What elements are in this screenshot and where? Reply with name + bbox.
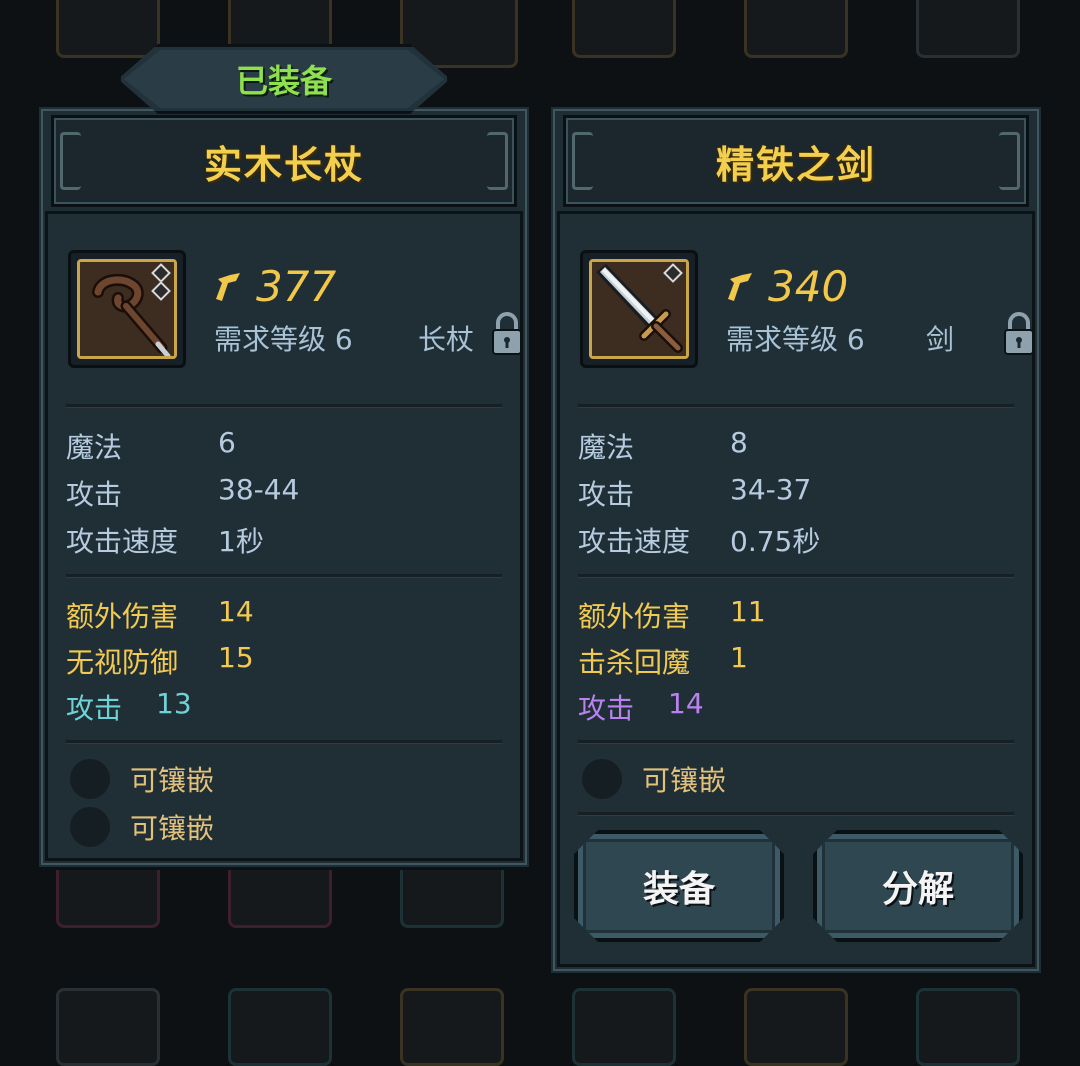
inventory-slot[interactable] — [916, 988, 1020, 1066]
socket-slot[interactable]: 可镶嵌 — [70, 759, 214, 799]
equipped-label: 已装备 — [235, 62, 332, 100]
inventory-slot[interactable] — [572, 0, 676, 58]
divider — [578, 574, 1014, 578]
card-body: 340 需求等级 6 剑 魔法 8 攻击 34-37 攻击速度 0.75秒 额外… — [557, 211, 1035, 967]
card-body: 377 需求等级 6 长杖 魔法 6 攻击 38-44 攻击速度 1秒 额外伤害 — [45, 211, 523, 861]
power-icon — [216, 272, 240, 301]
stat-row: 魔法 8 — [578, 426, 748, 466]
required-level: 需求等级 6 — [214, 323, 353, 356]
lock-icon[interactable] — [1002, 310, 1036, 356]
empty-socket-icon — [582, 759, 622, 799]
stat-value: 15 — [218, 641, 254, 674]
inventory-slot[interactable] — [916, 0, 1020, 58]
socket-slot[interactable]: 可镶嵌 — [582, 759, 726, 799]
special-stat-row: 攻击 14 — [578, 687, 704, 727]
stat-value: 8 — [730, 426, 748, 459]
stat-label: 攻击速度 — [578, 525, 691, 558]
inventory-slot[interactable] — [572, 988, 676, 1066]
disassemble-button[interactable]: 分解 — [813, 830, 1023, 942]
stat-value: 38-44 — [218, 473, 300, 506]
stat-value: 1秒 — [218, 525, 264, 558]
stat-label: 攻击 — [66, 478, 123, 511]
equipped-item-card: 实木长杖 377 需求等级 6 长杖 魔法 6 攻击 38-44 攻击速度 1秒… — [36, 104, 532, 870]
inventory-slot[interactable] — [228, 988, 332, 1066]
stat-row: 攻击速度 1秒 — [66, 520, 264, 560]
ornament-left — [60, 132, 81, 190]
stat-label: 额外伤害 — [66, 600, 179, 633]
stat-row: 攻击 34-37 — [578, 473, 811, 513]
inventory-slot[interactable] — [56, 988, 160, 1066]
power-value: 340 — [768, 262, 849, 311]
stat-value: 13 — [156, 687, 192, 720]
bonus-stat-row: 额外伤害 11 — [578, 595, 766, 635]
ornament-right — [487, 132, 508, 190]
empty-socket-icon — [70, 807, 110, 847]
stat-label: 攻击 — [578, 478, 635, 511]
special-stat-row: 攻击 13 — [66, 687, 192, 727]
stat-value: 14 — [668, 687, 704, 720]
requirement-row: 需求等级 6 剑 — [726, 318, 986, 358]
stat-value: 14 — [218, 595, 254, 628]
divider — [66, 574, 502, 578]
divider — [578, 404, 1014, 408]
item-name: 精铁之剑 — [715, 142, 876, 187]
power-icon — [728, 272, 752, 301]
compare-item-card: 精铁之剑 340 需求等级 6 剑 魔法 8 攻击 34-37 攻击速度 0.7… — [548, 104, 1044, 976]
empty-socket-icon — [70, 759, 110, 799]
socket-slot[interactable]: 可镶嵌 — [70, 807, 214, 847]
power-value: 377 — [256, 262, 337, 311]
stat-value: 1 — [730, 641, 748, 674]
divider — [578, 812, 1014, 816]
ornament-right — [999, 132, 1020, 190]
bonus-stat-row: 额外伤害 14 — [66, 595, 254, 635]
stat-label: 无视防御 — [66, 646, 179, 679]
inventory-slot[interactable] — [400, 988, 504, 1066]
requirement-row: 需求等级 6 长杖 — [214, 318, 474, 358]
stat-row: 攻击 38-44 — [66, 473, 299, 513]
power-score: 377 — [214, 262, 336, 311]
socket-label: 可镶嵌 — [130, 812, 215, 845]
stat-label: 魔法 — [66, 431, 123, 464]
stat-label: 攻击速度 — [66, 525, 179, 558]
stat-label: 攻击 — [66, 692, 123, 725]
item-icon-frame — [68, 250, 186, 368]
stat-label: 额外伤害 — [578, 600, 691, 633]
required-level: 需求等级 6 — [726, 323, 865, 356]
stat-value: 6 — [218, 426, 236, 459]
inventory-slot[interactable] — [744, 988, 848, 1066]
item-type: 长杖 — [417, 323, 474, 356]
inventory-slot[interactable] — [744, 0, 848, 58]
item-icon-frame — [580, 250, 698, 368]
card-header: 实木长杖 — [51, 115, 517, 207]
item-type: 剑 — [925, 323, 954, 356]
bonus-stat-row: 击杀回魔 1 — [578, 641, 748, 681]
divider — [66, 740, 502, 744]
stat-value: 0.75秒 — [730, 525, 821, 558]
equipped-badge: 已装备 — [118, 44, 450, 114]
ornament-left — [572, 132, 593, 190]
equip-button[interactable]: 装备 — [574, 830, 784, 942]
item-name: 实木长杖 — [203, 142, 364, 187]
stat-row: 攻击速度 0.75秒 — [578, 520, 820, 560]
socket-label: 可镶嵌 — [642, 764, 727, 797]
stat-row: 魔法 6 — [66, 426, 236, 466]
bonus-stat-row: 无视防御 15 — [66, 641, 254, 681]
lock-icon[interactable] — [490, 310, 524, 356]
stat-label: 攻击 — [578, 692, 635, 725]
card-header: 精铁之剑 — [563, 115, 1029, 207]
stat-label: 魔法 — [578, 431, 635, 464]
power-score: 340 — [726, 262, 848, 311]
socket-label: 可镶嵌 — [130, 764, 215, 797]
stat-label: 击杀回魔 — [578, 646, 691, 679]
divider — [66, 404, 502, 408]
stat-value: 11 — [730, 595, 766, 628]
stat-value: 34-37 — [730, 473, 812, 506]
divider — [578, 740, 1014, 744]
